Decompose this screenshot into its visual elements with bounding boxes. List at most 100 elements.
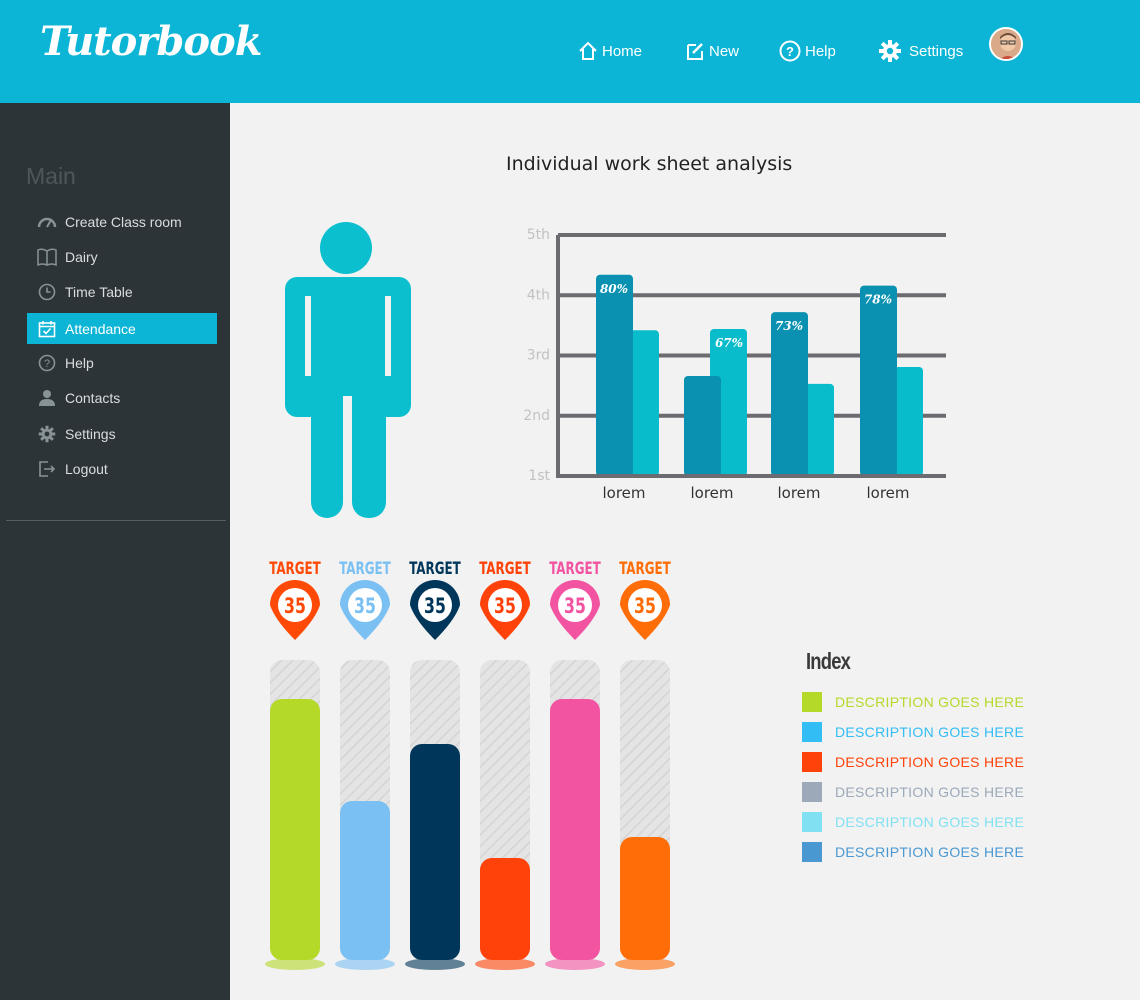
sidebar-item-help[interactable]: ? Help: [27, 347, 217, 378]
app-logo[interactable]: Tutorbook: [40, 18, 262, 65]
sidebar-item-label: Settings: [65, 425, 116, 442]
index-title: Index: [806, 648, 851, 674]
sidebar-item-create-class-room[interactable]: Create Class room: [27, 206, 217, 237]
legend-label: DESCRIPTION GOES HERE: [835, 814, 1025, 830]
legend-swatch: [802, 692, 822, 712]
legend-swatch: [802, 782, 822, 802]
target-label: TARGET: [549, 558, 601, 578]
sidebar-section-title: Main: [26, 163, 76, 189]
svg-text:?: ?: [44, 358, 50, 370]
bar: [550, 699, 600, 960]
bar: [684, 375, 721, 476]
target-value: 35: [634, 595, 656, 619]
svg-text:?: ?: [786, 44, 794, 59]
sidebar-item-label: Logout: [65, 460, 108, 477]
sidebar: Main Create Class room Dairy Time Table …: [0, 103, 230, 1000]
worksheet-chart: 1st 2nd 3rd 4th 5th 80% lorem 67% lorem 73% lorem 7…: [523, 227, 946, 502]
edit-icon: [687, 43, 703, 60]
sidebar-item-label: Attendance: [65, 320, 136, 337]
legend-label: DESCRIPTION GOES HERE: [835, 754, 1025, 770]
person-icon: [27, 389, 65, 407]
gear-icon: [879, 40, 901, 62]
nav-help-label: Help: [805, 42, 836, 60]
nav-new-label: New: [709, 42, 740, 60]
target-value: 35: [564, 595, 586, 619]
legend-swatch: [802, 812, 822, 832]
calendar-icon: [27, 320, 65, 338]
sidebar-item-attendance[interactable]: Attendance: [27, 313, 217, 344]
nav-settings[interactable]: Settings: [878, 36, 963, 66]
sidebar-item-label: Contacts: [65, 389, 121, 406]
x-tick-label: lorem: [602, 484, 645, 502]
speedometer-icon: [27, 214, 65, 230]
nav-new[interactable]: New: [685, 36, 739, 66]
sidebar-item-label: Dairy: [65, 248, 98, 265]
legend-item: DESCRIPTION GOES HERE: [802, 692, 1024, 712]
help-icon: ?: [779, 40, 801, 62]
sidebar-item-time-table[interactable]: Time Table: [27, 276, 217, 307]
legend-label: DESCRIPTION GOES HERE: [835, 844, 1025, 860]
sidebar-item-label: Help: [65, 354, 94, 371]
sidebar-item-settings[interactable]: Settings: [27, 418, 217, 449]
legend-swatch: [802, 722, 822, 742]
legend-item: DESCRIPTION GOES HERE: [802, 842, 1024, 862]
x-tick-label: lorem: [690, 484, 733, 502]
x-tick-label: lorem: [866, 484, 909, 502]
sidebar-item-contacts[interactable]: Contacts: [27, 382, 217, 413]
bar: [596, 274, 633, 476]
nav-home[interactable]: Home: [578, 36, 642, 66]
sidebar-item-dairy[interactable]: Dairy: [27, 241, 217, 272]
sidebar-item-label: Time Table: [65, 283, 133, 300]
nav-settings-label: Settings: [909, 42, 964, 60]
y-tick-label: 3rd: [527, 348, 550, 364]
data-label: 78%: [864, 293, 892, 307]
target-value: 35: [284, 595, 306, 619]
data-label: 80%: [600, 282, 628, 296]
book-icon: [27, 247, 65, 266]
question-icon: ?: [27, 354, 65, 372]
legend-swatch: [802, 752, 822, 772]
legend-swatch: [802, 842, 822, 862]
clock-icon: [27, 283, 65, 301]
legend-label: DESCRIPTION GOES HERE: [835, 784, 1025, 800]
bar: [340, 801, 390, 960]
bar: [480, 858, 530, 960]
bar: [860, 285, 897, 476]
person-figure: [285, 222, 411, 518]
y-tick-label: 1st: [528, 468, 550, 484]
logout-icon: [27, 460, 65, 478]
y-tick-label: 2nd: [523, 408, 550, 424]
target-label: TARGET: [339, 558, 391, 578]
legend-label: DESCRIPTION GOES HERE: [835, 694, 1025, 710]
avatar[interactable]: [989, 27, 1023, 61]
x-tick-label: lorem: [777, 484, 820, 502]
nav-help[interactable]: ? Help: [779, 36, 836, 66]
y-tick-label: 5th: [527, 227, 550, 243]
target-label: TARGET: [619, 558, 671, 578]
y-tick-label: 4th: [527, 287, 550, 303]
legend-label: DESCRIPTION GOES HERE: [835, 724, 1025, 740]
bar: [771, 312, 808, 476]
nav-home-label: Home: [602, 42, 643, 60]
bar: [620, 837, 670, 960]
sidebar-item-logout[interactable]: Logout: [27, 453, 217, 484]
target-label: TARGET: [479, 558, 531, 578]
legend-item: DESCRIPTION GOES HERE: [802, 752, 1024, 772]
target-value: 35: [424, 595, 446, 619]
data-label: 67%: [715, 336, 743, 350]
legend-item: DESCRIPTION GOES HERE: [802, 812, 1024, 832]
sidebar-item-label: Create Class room: [65, 213, 182, 230]
top-bar: Tutorbook Home New ? Help Settings: [0, 0, 1140, 103]
target-value: 35: [494, 595, 516, 619]
target-chart: TARGET 35 TARGET 35 TARGET 35 TARGET 35 TARGET 35…: [265, 558, 675, 970]
target-label: TARGET: [269, 558, 321, 578]
target-label: TARGET: [409, 558, 461, 578]
home-icon: [579, 41, 597, 60]
data-label: 73%: [775, 319, 803, 333]
bar: [410, 744, 460, 960]
chart-title: Individual work sheet analysis: [506, 153, 793, 175]
bar: [270, 699, 320, 960]
legend-item: DESCRIPTION GOES HERE: [802, 782, 1024, 802]
legend-item: DESCRIPTION GOES HERE: [802, 722, 1024, 742]
gear-icon: [27, 425, 65, 443]
